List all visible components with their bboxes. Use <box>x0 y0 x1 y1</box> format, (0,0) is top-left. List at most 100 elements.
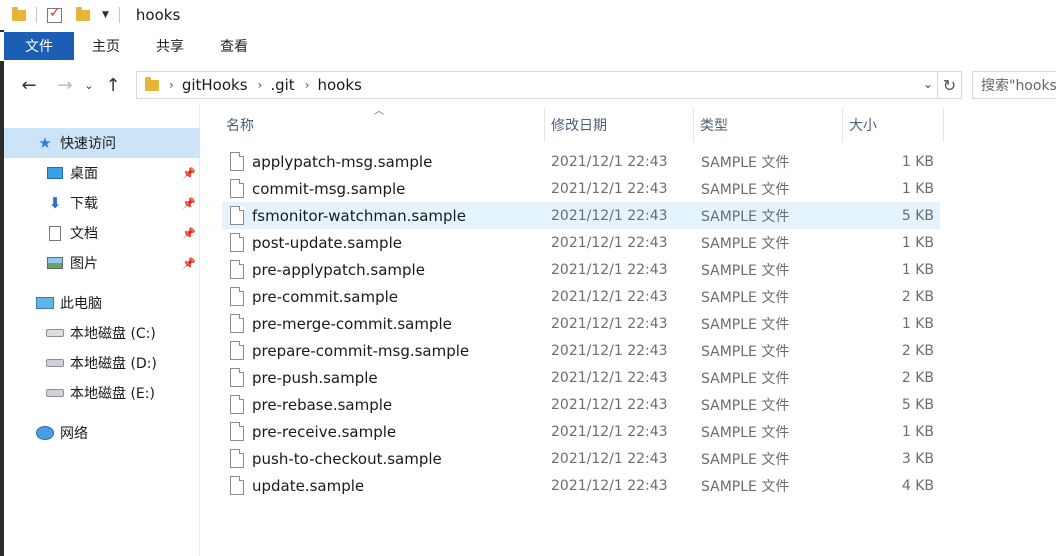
sidebar-item-label: 桌面 <box>70 166 98 182</box>
breadcrumb-githooks[interactable]: gitHooks <box>182 76 248 94</box>
file-size: 2 KB <box>901 369 934 386</box>
file-row[interactable]: fsmonitor-watchman.sample 2021/12/1 22:43… <box>222 202 940 229</box>
chevron-right-icon[interactable]: › <box>305 78 310 92</box>
file-date: 2021/12/1 22:43 <box>551 234 668 251</box>
file-type: SAMPLE 文件 <box>701 289 790 306</box>
file-date: 2021/12/1 22:43 <box>551 153 668 170</box>
sidebar-item-network[interactable]: 网络 <box>4 418 200 448</box>
sidebar-item-label: 此电脑 <box>60 296 102 312</box>
file-name: update.sample <box>252 476 365 495</box>
file-row[interactable]: pre-receive.sample 2021/12/1 22:43 SAMPLE … <box>222 418 940 445</box>
file-date: 2021/12/1 22:43 <box>551 423 668 440</box>
sidebar-item-desktop[interactable]: 桌面 📌 <box>4 158 200 188</box>
sidebar-item-downloads[interactable]: ⬇ 下载 📌 <box>4 188 200 218</box>
file-type: SAMPLE 文件 <box>701 424 790 441</box>
file-row[interactable]: post-update.sample 2021/12/1 22:43 SAMPLE … <box>222 229 940 256</box>
file-size: 3 KB <box>901 450 934 467</box>
column-divider[interactable] <box>544 108 545 142</box>
file-size: 1 KB <box>901 423 934 440</box>
recent-locations-chevron-icon[interactable]: ⌄ <box>78 79 100 92</box>
network-icon <box>36 425 54 441</box>
file-row[interactable]: applypatch-msg.sample 2021/12/1 22:43 SAMP… <box>222 148 940 175</box>
sidebar-item-this-pc[interactable]: 此电脑 <box>4 288 200 318</box>
file-icon <box>230 476 244 495</box>
navigation-pane: ★ 快速访问 桌面 📌 ⬇ 下载 📌 文档 📌 图片 📌 此电脑 本地磁盘 (C… <box>4 104 200 556</box>
breadcrumb-hooks[interactable]: hooks <box>318 76 362 94</box>
file-size: 1 KB <box>901 180 934 197</box>
properties-icon[interactable] <box>47 5 62 23</box>
sidebar-item-label: 本地磁盘 (D:) <box>70 356 157 372</box>
pin-icon: 📌 <box>182 256 196 270</box>
chevron-right-icon[interactable]: › <box>258 78 263 92</box>
file-icon <box>230 449 244 468</box>
windows-drive-icon <box>46 325 64 341</box>
file-icon <box>230 206 244 225</box>
file-row[interactable]: commit-msg.sample 2021/12/1 22:43 SAMPLE 文… <box>222 175 940 202</box>
file-date: 2021/12/1 22:43 <box>551 396 668 413</box>
refresh-icon: ↻ <box>942 75 957 95</box>
file-size: 2 KB <box>901 342 934 359</box>
file-row[interactable]: pre-rebase.sample 2021/12/1 22:43 SAMPLE 文… <box>222 391 940 418</box>
pin-icon: 📌 <box>182 196 196 210</box>
tab-home[interactable]: 主页 <box>74 32 138 60</box>
column-header-size[interactable]: 大小 <box>845 108 941 142</box>
customize-toolbar-dropdown-icon[interactable]: ▼ <box>102 10 109 20</box>
file-size: 5 KB <box>901 207 934 224</box>
file-date: 2021/12/1 22:43 <box>551 342 668 359</box>
file-date: 2021/12/1 22:43 <box>551 207 668 224</box>
chevron-right-icon[interactable]: › <box>169 78 174 92</box>
sidebar-item-pictures[interactable]: 图片 📌 <box>4 248 200 278</box>
file-row[interactable]: pre-applypatch.sample 2021/12/1 22:43 SAMP… <box>222 256 940 283</box>
refresh-button[interactable]: ↻ <box>938 71 962 99</box>
computer-icon <box>36 295 54 311</box>
file-icon <box>230 395 244 414</box>
file-row[interactable]: pre-merge-commit.sample 2021/12/1 22:43 SA… <box>222 310 940 337</box>
up-arrow-icon[interactable]: ↑ <box>102 75 124 96</box>
file-row[interactable]: pre-commit.sample 2021/12/1 22:43 SAMPLE 文… <box>222 283 940 310</box>
sidebar-item-label: 下载 <box>70 196 98 212</box>
column-header-name[interactable]: 名称 <box>222 108 544 142</box>
document-icon <box>46 225 64 241</box>
window-title: hooks <box>135 6 181 24</box>
ribbon-tabs: 文件 主页 共享 查看 <box>0 32 1056 61</box>
file-size: 4 KB <box>901 477 934 494</box>
new-folder-icon[interactable] <box>76 6 90 21</box>
column-divider[interactable] <box>693 108 694 142</box>
sidebar-item-quick-access[interactable]: ★ 快速访问 <box>4 128 200 158</box>
sidebar-item-drive-c[interactable]: 本地磁盘 (C:) <box>4 318 200 348</box>
breadcrumb-git[interactable]: .git <box>270 76 294 94</box>
file-row[interactable]: push-to-checkout.sample 2021/12/1 22:43 SA… <box>222 445 940 472</box>
file-row[interactable]: update.sample 2021/12/1 22:43 SAMPLE 文件 4 K… <box>222 472 940 499</box>
file-icon <box>230 152 244 171</box>
sidebar-item-drive-e[interactable]: 本地磁盘 (E:) <box>4 378 200 408</box>
back-arrow-icon[interactable]: ← <box>18 75 40 96</box>
sidebar-item-drive-d[interactable]: 本地磁盘 (D:) <box>4 348 200 378</box>
file-name: applypatch-msg.sample <box>252 152 433 171</box>
file-name: commit-msg.sample <box>252 179 406 198</box>
address-bar[interactable]: › gitHooks › .git › hooks ⌄ <box>136 71 938 99</box>
file-row[interactable]: pre-push.sample 2021/12/1 22:43 SAMPLE 文件 2… <box>222 364 940 391</box>
file-type: SAMPLE 文件 <box>701 181 790 198</box>
chevron-down-icon[interactable]: ⌄ <box>923 77 933 91</box>
tab-view[interactable]: 查看 <box>202 32 266 60</box>
column-header-type[interactable]: 类型 <box>696 108 842 142</box>
quick-access-toolbar: ▼ <box>12 5 126 23</box>
tab-file[interactable]: 文件 <box>4 32 74 60</box>
file-name: pre-applypatch.sample <box>252 260 425 279</box>
file-name: pre-commit.sample <box>252 287 399 306</box>
file-date: 2021/12/1 22:43 <box>551 477 668 494</box>
sidebar-item-documents[interactable]: 文档 📌 <box>4 218 200 248</box>
column-divider[interactable] <box>943 108 944 142</box>
file-type: SAMPLE 文件 <box>701 154 790 171</box>
file-icon <box>230 179 244 198</box>
search-input[interactable]: 搜索"hooks" <box>972 71 1056 99</box>
column-header-date[interactable]: 修改日期 <box>547 108 693 142</box>
sidebar-item-label: 文档 <box>70 226 98 242</box>
file-size: 1 KB <box>901 153 934 170</box>
file-row[interactable]: prepare-commit-msg.sample 2021/12/1 22:43… <box>222 337 940 364</box>
tab-share[interactable]: 共享 <box>138 32 202 60</box>
file-name: pre-receive.sample <box>252 422 397 441</box>
folder-icon[interactable] <box>12 6 26 21</box>
column-divider[interactable] <box>842 108 843 142</box>
forward-arrow-icon[interactable]: → <box>54 75 76 96</box>
